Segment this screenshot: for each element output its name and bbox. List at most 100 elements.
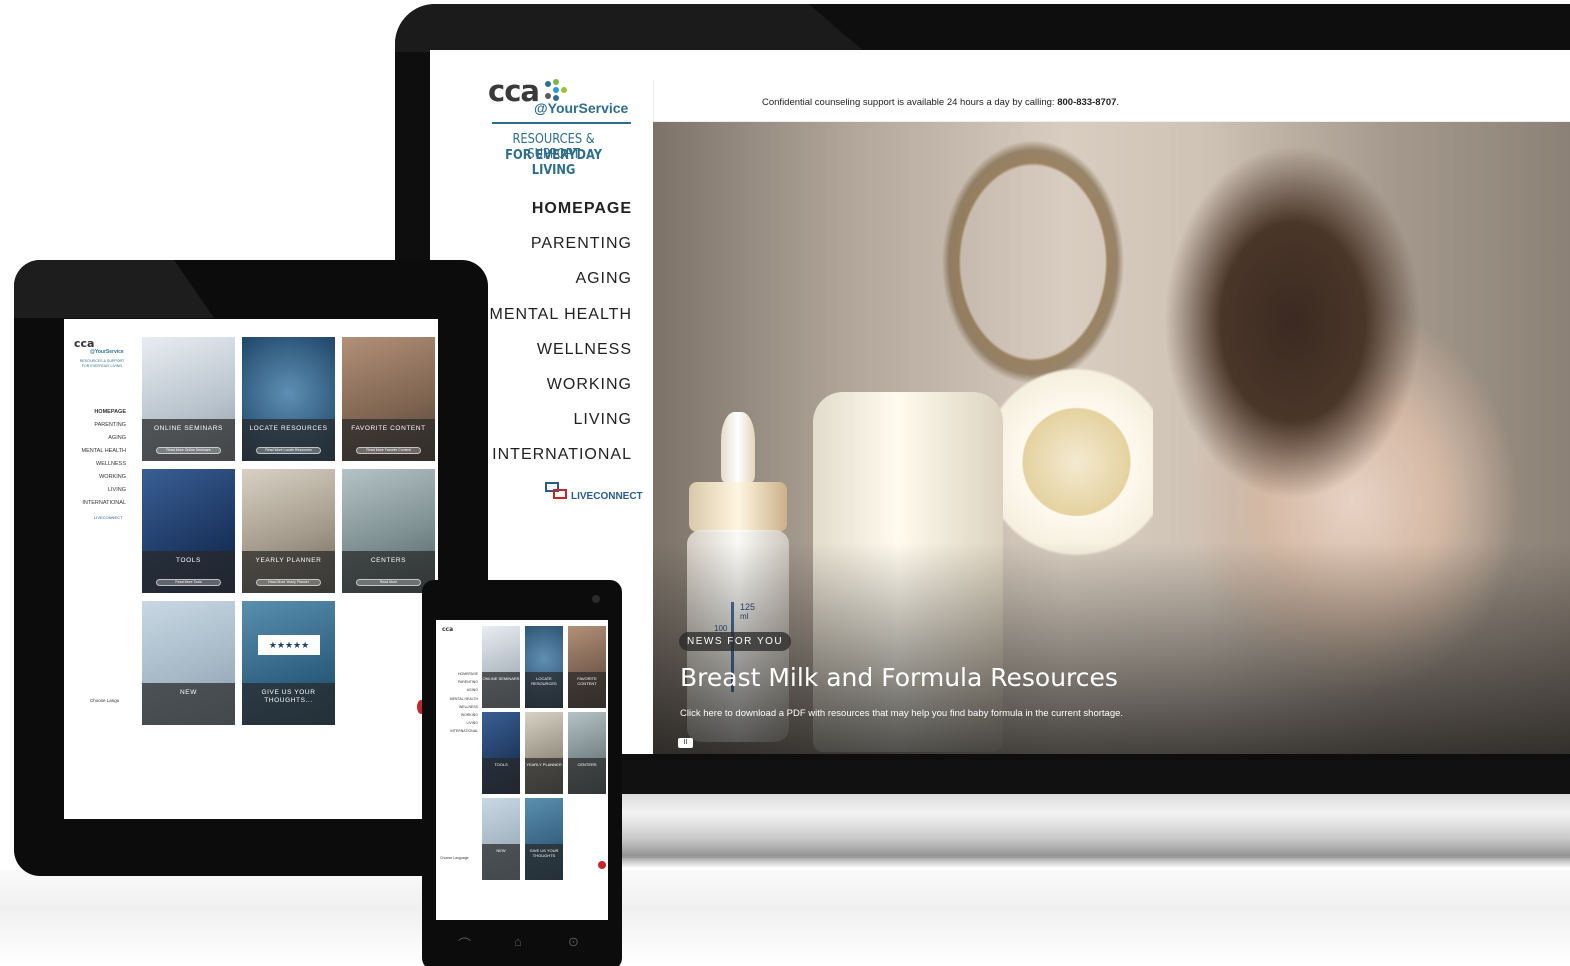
- laptop-bezel-gloss: [395, 4, 865, 52]
- logo-yourservice: @YourService: [534, 100, 629, 116]
- floor-reflection: [0, 870, 1570, 966]
- tablet-nav-parenting[interactable]: PARENTING: [81, 422, 126, 435]
- tile-read-more-button[interactable]: Read More Online Seminars: [156, 447, 221, 454]
- phone-nav-item[interactable]: HOMEPAGE: [440, 672, 478, 680]
- tablet-nav-wellness[interactable]: WELLNESS: [81, 461, 126, 474]
- nav-aging[interactable]: AGING: [490, 270, 633, 305]
- tile-new[interactable]: NEW: [142, 601, 235, 725]
- recent-apps-icon[interactable]: ⊙: [568, 934, 579, 950]
- phone-logo[interactable]: cca: [442, 626, 453, 633]
- phone-tile-label: ONLINE SEMINARS: [482, 676, 520, 681]
- phone-nav-item[interactable]: AGING: [440, 688, 478, 696]
- phone-tile[interactable]: CENTERS: [568, 712, 606, 794]
- back-icon[interactable]: ⌒: [458, 934, 471, 953]
- hero-slide[interactable]: 125 ml 100 NEWS FOR YOU Breast Milk and …: [653, 122, 1570, 754]
- tablet-liveconnect[interactable]: LIVECONNECT: [94, 515, 122, 520]
- tablet-nav-working[interactable]: WORKING: [81, 474, 126, 487]
- phone-tile-label: CENTERS: [577, 762, 597, 767]
- tile-give-us-thoughts[interactable]: ★★★★★ GIVE US YOUR THOUGHTS...: [242, 601, 335, 725]
- liveconnect-link[interactable]: LIVECONNECT: [545, 482, 643, 502]
- tile-tools[interactable]: TOOLS Read More Tools: [142, 469, 235, 593]
- phone-camera-icon: [592, 595, 600, 603]
- tile-centers[interactable]: CENTERS Read More: [342, 469, 435, 593]
- tablet-nav-mental-health[interactable]: MENTAL HEALTH: [81, 448, 126, 461]
- phone-tile[interactable]: NEW: [482, 798, 520, 880]
- tile-label: GIVE US YOUR THOUGHTS...: [261, 689, 316, 704]
- phone-nav-item[interactable]: LIVING: [440, 721, 478, 729]
- tile-read-more-button[interactable]: Read More: [356, 579, 421, 586]
- tablet-screen: cca @YourService RESOURCES & SUPPORT FOR…: [64, 319, 438, 819]
- news-badge: NEWS FOR YOU: [679, 632, 792, 651]
- nav-parenting[interactable]: PARENTING: [490, 235, 633, 270]
- nav-international[interactable]: INTERNATIONAL: [490, 446, 633, 481]
- tablet-language-select[interactable]: Choose Langu: [90, 698, 119, 703]
- phone-nav-item[interactable]: PARENTING: [440, 680, 478, 688]
- nav-wellness[interactable]: WELLNESS: [490, 341, 633, 376]
- phone-nav-item[interactable]: INTERNATIONAL: [440, 729, 478, 737]
- tile-label: LOCATE RESOURCES: [249, 425, 328, 432]
- support-phone-link[interactable]: 800-833-8707: [1057, 97, 1116, 108]
- phone-tile[interactable]: GIVE US YOUR THOUGHTS: [525, 798, 563, 880]
- tile-read-more-button[interactable]: Read More Tools: [156, 579, 221, 586]
- tile-favorite-content[interactable]: FAVORITE CONTENT Read More Favorite Cont…: [342, 337, 435, 461]
- tile-read-more-button[interactable]: Read More Locate Resources: [256, 447, 321, 454]
- hero-subtitle[interactable]: Click here to download a PDF with resour…: [680, 708, 1123, 719]
- nav-mental-health[interactable]: MENTAL HEALTH: [490, 306, 633, 341]
- phone-tile[interactable]: FAVORITE CONTENT: [568, 626, 606, 708]
- phone-tile[interactable]: ONLINE SEMINARS: [482, 626, 520, 708]
- phone-tile-label: YEARLY PLANNER: [526, 762, 562, 767]
- tile-read-more-button[interactable]: Read More Favorite Content: [356, 447, 421, 454]
- phone-tile[interactable]: YEARLY PLANNER: [525, 712, 563, 794]
- phone-language-select[interactable]: Choose Language: [440, 856, 469, 860]
- tile-label: ONLINE SEMINARS: [154, 425, 223, 432]
- logo-wordmark: cca: [488, 74, 540, 108]
- phone-nav-keys: ⌒ ⌂ ⊙: [422, 930, 622, 960]
- phone-tile-label: FAVORITE CONTENT: [577, 676, 597, 686]
- tile-label: YEARLY PLANNER: [255, 557, 322, 564]
- tile-yearly-planner[interactable]: YEARLY PLANNER Read More Yearly Planner: [242, 469, 335, 593]
- phone-nav: HOMEPAGE PARENTING AGING MENTAL HEALTH W…: [440, 672, 478, 738]
- phone-screen: cca HOMEPAGE PARENTING AGING MENTAL HEAL…: [436, 620, 608, 920]
- nav-working[interactable]: WORKING: [490, 376, 633, 411]
- tablet-nav-international[interactable]: INTERNATIONAL: [81, 500, 126, 513]
- phone-tile-label: NEW: [496, 848, 506, 853]
- tile-label: NEW: [180, 689, 197, 696]
- tablet-nav-aging[interactable]: AGING: [81, 435, 126, 448]
- liveconnect-icon: [545, 482, 569, 502]
- hero-gradient-overlay: [653, 542, 1570, 754]
- phone-tile[interactable]: LOCATE RESOURCES: [525, 626, 563, 708]
- tablet-nav-living[interactable]: LIVING: [81, 487, 126, 500]
- device-mockup-stage: cca @YourService RESOURCES & SUPPORT FOR…: [0, 0, 1570, 966]
- phone-tile-label: GIVE US YOUR THOUGHTS: [529, 848, 559, 858]
- tablet-nav: HOMEPAGE PARENTING AGING MENTAL HEALTH W…: [81, 409, 126, 513]
- tile-label: CENTERS: [370, 557, 407, 564]
- tile-label: FAVORITE CONTENT: [351, 425, 426, 432]
- nav-homepage[interactable]: HOMEPAGE: [490, 200, 633, 235]
- tile-locate-resources[interactable]: LOCATE RESOURCES Read More Locate Resour…: [242, 337, 335, 461]
- support-banner: Confidential counseling support is avail…: [653, 80, 1570, 122]
- home-icon[interactable]: ⌂: [514, 934, 522, 949]
- phone-tile-label: LOCATE RESOURCES: [531, 676, 557, 686]
- pause-button[interactable]: II: [678, 738, 693, 748]
- logo-divider: [492, 122, 631, 124]
- phone-tile-label: TOOLS: [494, 762, 508, 767]
- tablet-logo-tagline: RESOURCES & SUPPORT FOR EVERYDAY LIVING: [79, 359, 125, 368]
- support-text-line: Confidential counseling support is avail…: [762, 97, 1119, 108]
- tile-online-seminars[interactable]: ONLINE SEMINARS Read More Online Seminar…: [142, 337, 235, 461]
- support-text: Confidential counseling support is avail…: [762, 97, 1055, 108]
- tablet-nav-homepage[interactable]: HOMEPAGE: [81, 409, 126, 422]
- logo-tagline-2: FOR EVERYDAY LIVING: [505, 148, 603, 178]
- phone-nav-item[interactable]: WORKING: [440, 713, 478, 721]
- main-nav: HOMEPAGE PARENTING AGING MENTAL HEALTH W…: [490, 200, 633, 482]
- nav-living[interactable]: LIVING: [490, 411, 633, 446]
- phone-nav-item[interactable]: WELLNESS: [440, 705, 478, 713]
- tablet-logo-sub: @YourService: [90, 349, 124, 355]
- tile-read-more-button[interactable]: Read More Yearly Planner: [256, 579, 321, 586]
- phone-feedback-dot[interactable]: [598, 861, 606, 869]
- tile-stars-bubble: ★★★★★: [258, 635, 320, 655]
- liveconnect-label: LIVECONNECT: [571, 491, 643, 502]
- phone-nav-item[interactable]: MENTAL HEALTH: [440, 697, 478, 705]
- tile-label: TOOLS: [176, 557, 201, 564]
- hero-title[interactable]: Breast Milk and Formula Resources: [680, 663, 1118, 692]
- phone-tile[interactable]: TOOLS: [482, 712, 520, 794]
